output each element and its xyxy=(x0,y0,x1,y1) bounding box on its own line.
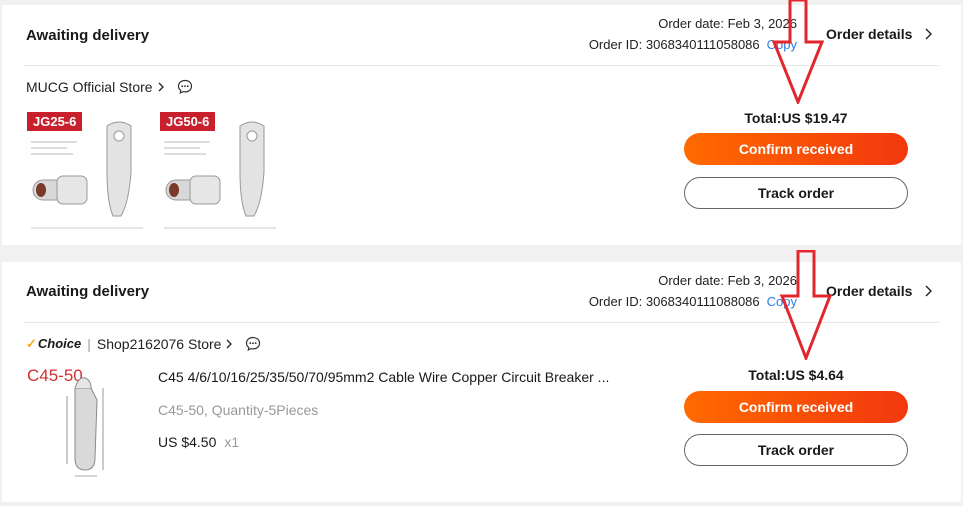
choice-label: Choice xyxy=(37,336,82,351)
order-id-text: Order ID: 3068340111058086 xyxy=(588,37,760,52)
order-id: Order ID: 3068340111088086 Copy xyxy=(589,294,797,309)
separator: | xyxy=(87,336,91,352)
order-status: Awaiting delivery xyxy=(26,27,150,44)
product-sku: C45-50, Quantity-5Pieces xyxy=(158,402,319,418)
order-details-link[interactable]: Order details xyxy=(826,283,912,299)
check-icon: ✓ xyxy=(26,336,37,351)
store-row[interactable]: MUCG Official Store xyxy=(26,79,193,95)
order-details-link[interactable]: Order details xyxy=(826,26,912,42)
product-price: US $4.50 xyxy=(158,434,217,450)
chevron-right-icon[interactable] xyxy=(922,26,934,42)
choice-badge: ✓Choice xyxy=(26,336,81,352)
track-order-button[interactable]: Track order xyxy=(684,177,908,209)
order-total: Total:US $4.64 xyxy=(748,367,844,383)
product-price-row: US $4.50 x1 xyxy=(158,434,239,450)
annotation-arrow-icon xyxy=(771,0,825,104)
order-id-text: Order ID: 3068340111088086 xyxy=(588,294,760,309)
store-row[interactable]: ✓Choice | Shop2162076 Store xyxy=(26,336,261,352)
product-thumbnail[interactable]: JG50-6 xyxy=(160,112,280,232)
annotation-arrow-icon xyxy=(779,250,833,360)
product-title[interactable]: C45 4/6/10/16/25/35/50/70/95mm2 Cable Wi… xyxy=(158,369,609,385)
store-name[interactable]: Shop2162076 Store xyxy=(97,336,222,352)
cable-lug-image xyxy=(66,377,104,477)
confirm-received-button[interactable]: Confirm received xyxy=(684,133,908,165)
track-order-button[interactable]: Track order xyxy=(684,434,908,466)
product-thumbnail[interactable]: JG25-6 xyxy=(27,112,147,232)
store-name[interactable]: MUCG Official Store xyxy=(26,79,153,95)
chevron-right-icon[interactable] xyxy=(922,283,934,299)
chevron-right-icon xyxy=(158,82,164,92)
chevron-right-icon xyxy=(226,339,233,349)
product-thumbnail[interactable]: C45-50 xyxy=(27,366,147,482)
confirm-received-button[interactable]: Confirm received xyxy=(684,391,908,423)
order-status: Awaiting delivery xyxy=(26,283,150,300)
cable-lug-image xyxy=(164,121,276,229)
chat-icon[interactable] xyxy=(245,336,261,352)
product-quantity: x1 xyxy=(224,434,240,450)
cable-lug-image xyxy=(31,121,143,229)
order-total: Total:US $19.47 xyxy=(744,110,848,126)
chat-icon[interactable] xyxy=(177,79,193,95)
order-date: Order date: Feb 3, 2026 xyxy=(658,273,797,288)
order-id: Order ID: 3068340111058086 Copy xyxy=(589,37,797,52)
